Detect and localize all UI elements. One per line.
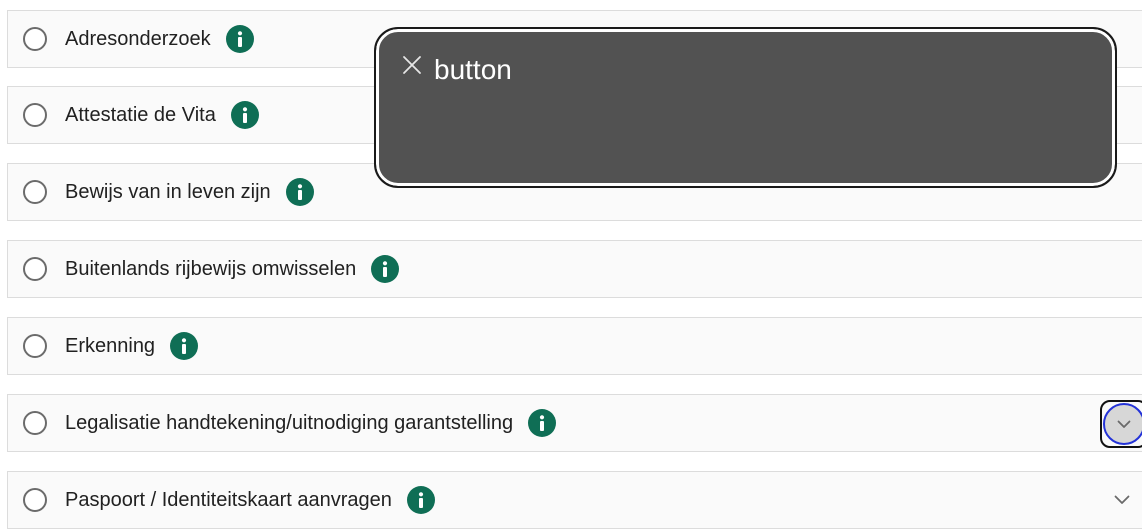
- info-icon[interactable]: [371, 255, 400, 283]
- info-icon[interactable]: [406, 486, 435, 514]
- info-icon[interactable]: [225, 25, 254, 53]
- chevron-down-icon[interactable]: [1110, 488, 1134, 512]
- option-label: Attestatie de Vita: [65, 104, 216, 126]
- radio-icon[interactable]: [23, 411, 47, 435]
- radio-icon[interactable]: [23, 257, 47, 281]
- option-label: Legalisatie handtekening/uitnodiging gar…: [65, 412, 514, 434]
- list-item[interactable]: Erkenning: [7, 317, 1142, 375]
- option-label: Buitenlands rijbewijs omwisselen: [65, 258, 357, 280]
- list-item[interactable]: Paspoort / Identiteitskaart aanvragen: [7, 471, 1142, 529]
- info-icon[interactable]: [230, 101, 259, 129]
- list-item[interactable]: Buitenlands rijbewijs omwisselen: [7, 240, 1142, 298]
- radio-icon[interactable]: [23, 488, 47, 512]
- info-icon[interactable]: [285, 178, 314, 206]
- expand-button[interactable]: [1100, 400, 1142, 448]
- option-label: Paspoort / Identiteitskaart aanvragen: [65, 489, 392, 511]
- radio-icon[interactable]: [23, 180, 47, 204]
- element-tooltip: button: [374, 27, 1117, 188]
- tooltip-text: button: [434, 54, 512, 85]
- radio-icon[interactable]: [23, 334, 47, 358]
- list-item[interactable]: Legalisatie handtekening/uitnodiging gar…: [7, 394, 1142, 452]
- radio-icon[interactable]: [23, 103, 47, 127]
- option-label: Erkenning: [65, 335, 156, 357]
- info-icon[interactable]: [528, 409, 557, 437]
- close-icon[interactable]: [401, 54, 423, 76]
- option-label: Bewijs van in leven zijn: [65, 181, 271, 203]
- info-icon[interactable]: [170, 332, 199, 360]
- chevron-down-icon: [1103, 403, 1142, 445]
- option-label: Adresonderzoek: [65, 28, 211, 50]
- radio-icon[interactable]: [23, 27, 47, 51]
